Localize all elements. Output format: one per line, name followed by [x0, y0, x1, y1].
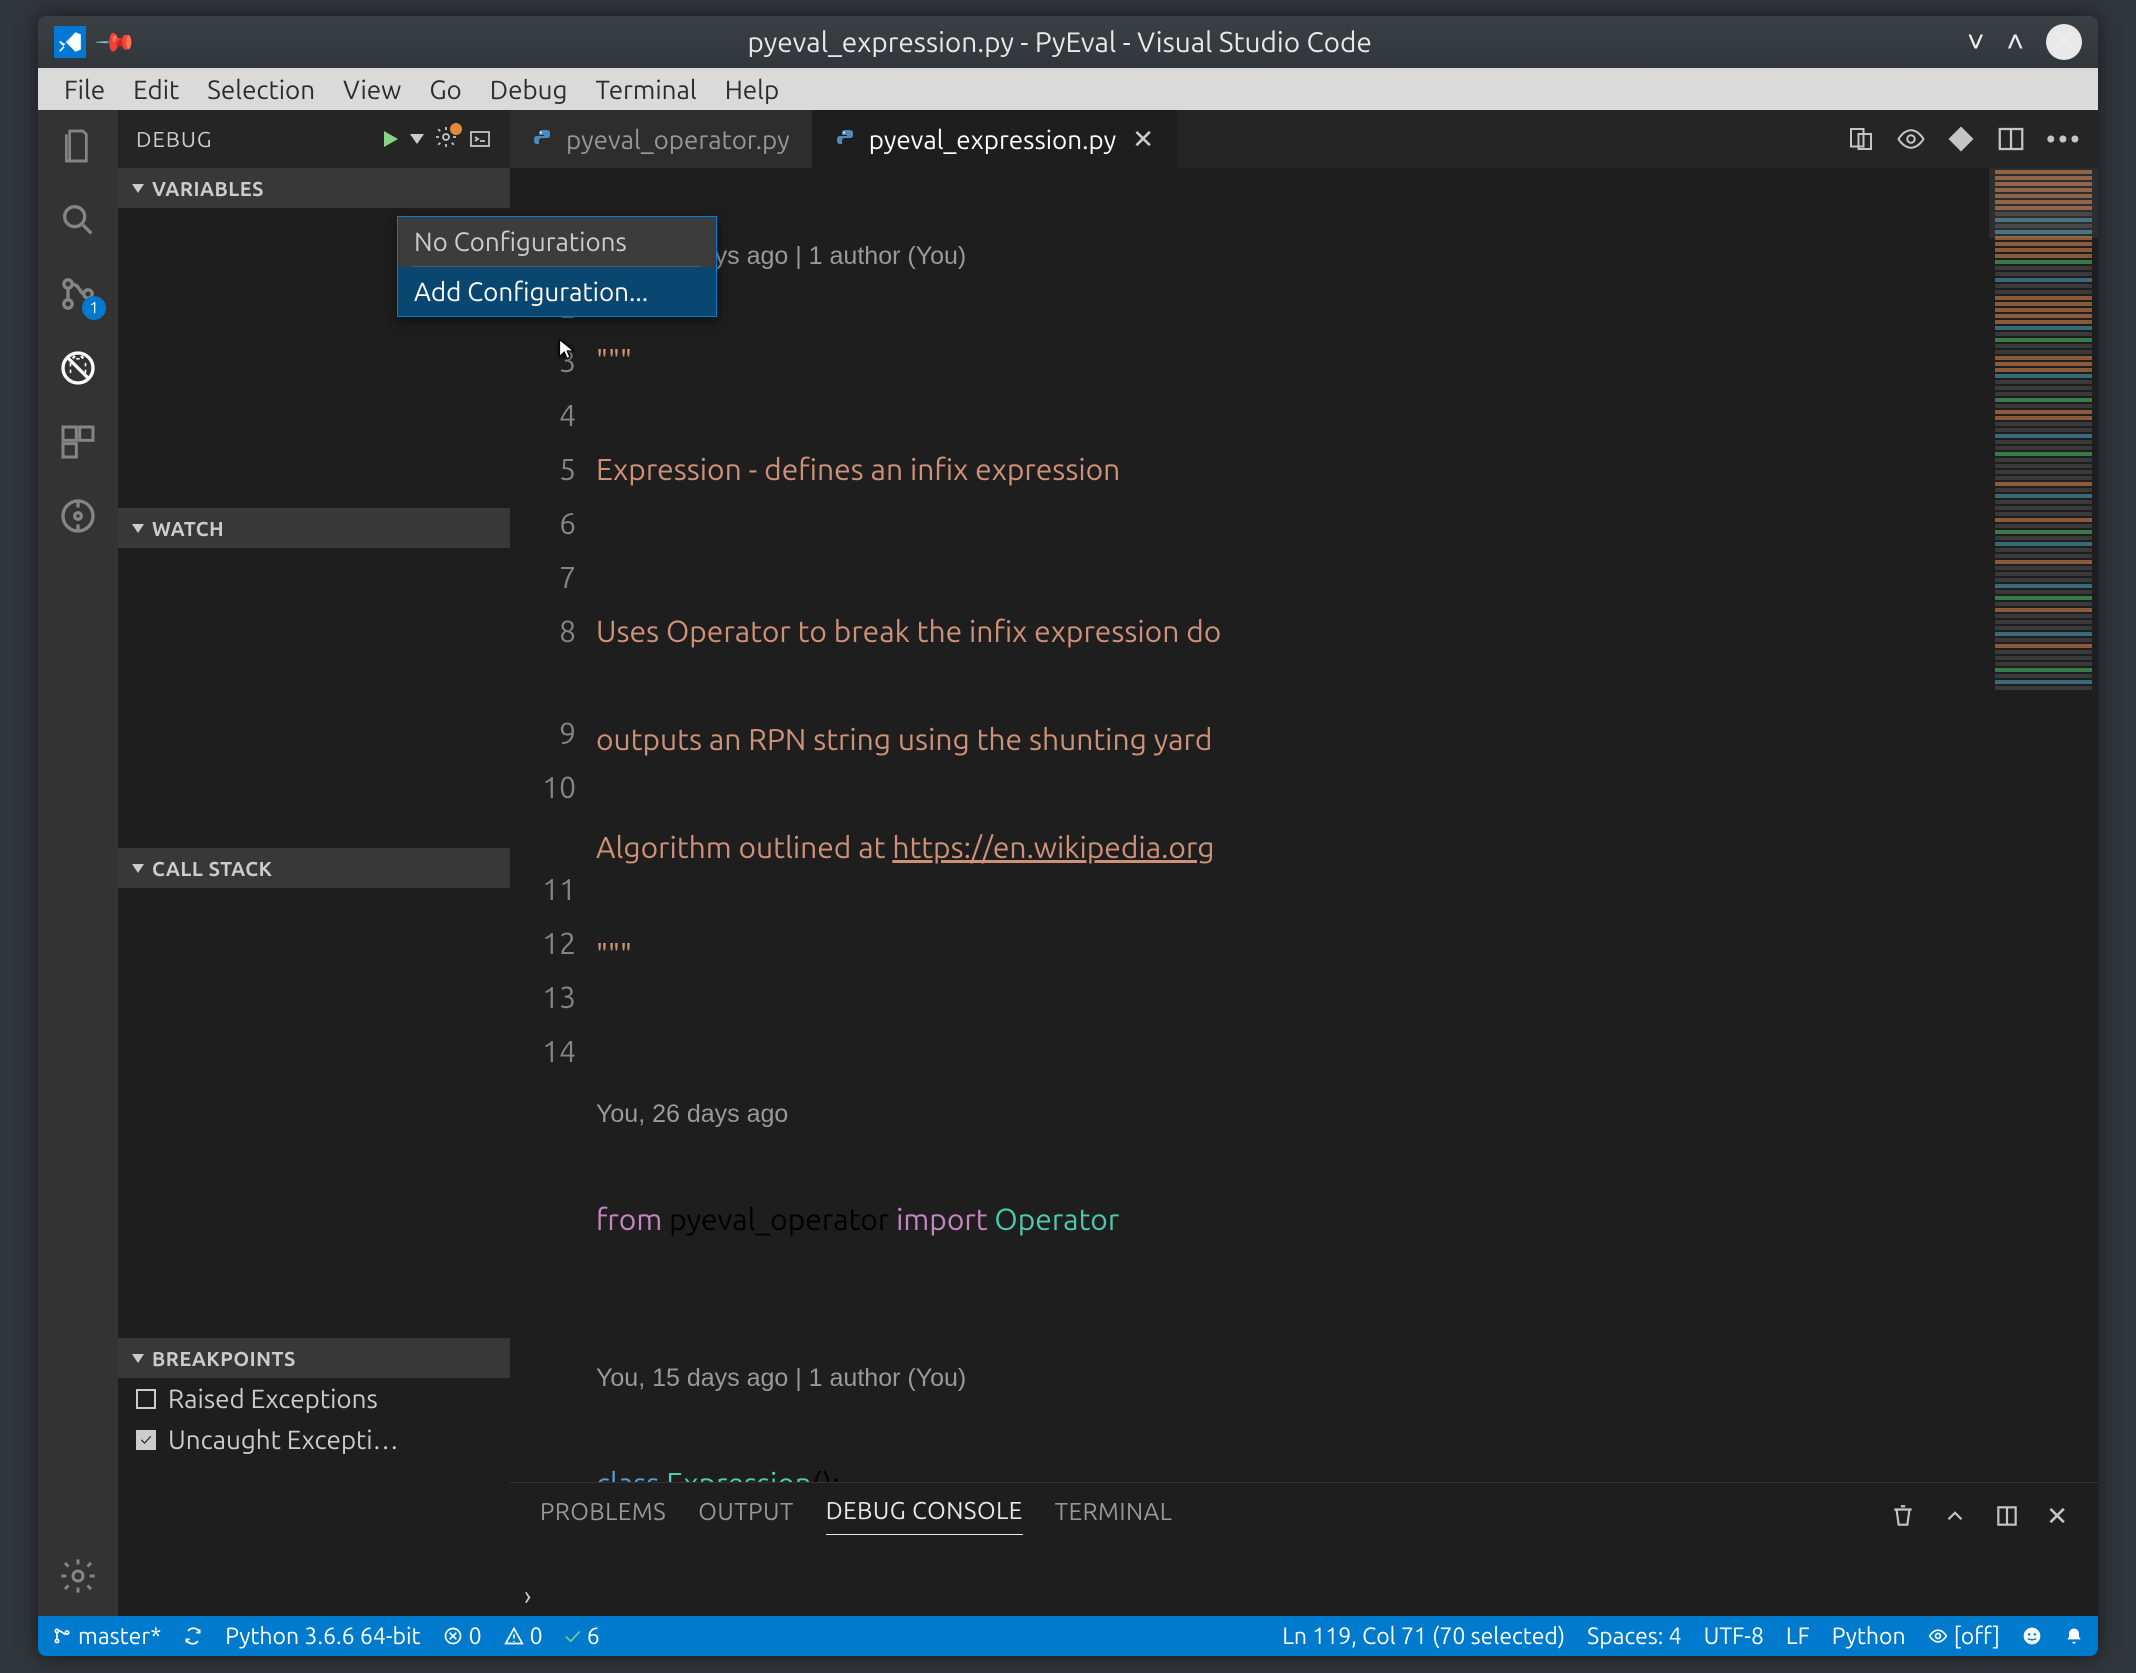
debug-icon[interactable] [56, 346, 100, 390]
close-panel-icon[interactable]: ✕ [2046, 1501, 2068, 1532]
live-share[interactable]: [off] [1928, 1624, 2000, 1649]
debug-label: DEBUG [136, 127, 212, 152]
clear-console-icon[interactable] [1890, 1503, 1916, 1529]
breakpoint-raised[interactable]: Raised Exceptions [118, 1378, 510, 1419]
menu-selection[interactable]: Selection [193, 71, 329, 108]
activity-bar: 1 [38, 110, 118, 1616]
scm-badge: 1 [82, 296, 106, 320]
dd-add-config[interactable]: Add Configuration... [398, 267, 716, 316]
line-gutter: . 1 2 3 4 5 6 7 8 . 9 10 . 11 12 13 14 [510, 168, 596, 1482]
python-file-icon [532, 127, 556, 151]
callstack-header[interactable]: CALL STACK [118, 848, 510, 888]
cursor-position[interactable]: Ln 119, Col 71 (70 selected) [1282, 1624, 1565, 1649]
errors-count[interactable]: 0 [443, 1624, 482, 1649]
breakpoints-header[interactable]: BREAKPOINTS [118, 1338, 510, 1378]
mouse-cursor-icon [556, 338, 578, 364]
tests-passing[interactable]: ✓ 6 [565, 1624, 600, 1649]
sync-icon[interactable] [183, 1626, 203, 1646]
config-dropdown-icon[interactable] [410, 134, 424, 144]
feedback-icon[interactable] [2022, 1626, 2042, 1646]
menu-view[interactable]: View [329, 71, 415, 108]
dd-no-config[interactable]: No Configurations [398, 217, 716, 266]
more-actions-icon[interactable]: ••• [2046, 124, 2082, 155]
maximize-panel-icon[interactable] [1994, 1503, 2020, 1529]
titlebar: 📌 pyeval_expression.py - PyEval - Visual… [38, 16, 2098, 68]
config-dropdown: No Configurations Add Configuration... [397, 216, 717, 317]
menu-debug[interactable]: Debug [476, 71, 582, 108]
panel-output[interactable]: OUTPUT [698, 1498, 793, 1535]
eol[interactable]: LF [1786, 1624, 1810, 1649]
vscode-icon [54, 26, 86, 58]
indent-spaces[interactable]: Spaces: 4 [1587, 1624, 1682, 1649]
menu-file[interactable]: File [50, 71, 119, 108]
close-icon[interactable]: ✕ [2046, 24, 2082, 60]
split-editor-icon[interactable] [1996, 124, 2026, 154]
find-references-icon[interactable] [1846, 124, 1876, 154]
codelens[interactable]: You, 15 days ago | 1 author (You) [596, 232, 1988, 280]
explorer-icon[interactable] [56, 124, 100, 168]
menu-terminal[interactable]: Terminal [581, 71, 710, 108]
status-bar: master* Python 3.6.6 64-bit 0 0 ✓ 6 Ln 1… [38, 1616, 2098, 1656]
encoding[interactable]: UTF-8 [1704, 1624, 1764, 1649]
window-title: pyeval_expression.py - PyEval - Visual S… [152, 27, 1967, 58]
debug-sidebar: DEBUG VARIABLES WATCH CALL STACK BREAKPO… [118, 110, 510, 1616]
panel-terminal[interactable]: TERMINAL [1055, 1498, 1173, 1535]
code-editor[interactable]: . 1 2 3 4 5 6 7 8 . 9 10 . 11 12 13 14 [510, 168, 2098, 1482]
scm-icon[interactable]: 1 [56, 272, 100, 316]
editor-group: pyeval_operator.py pyeval_expression.py … [510, 110, 2098, 1616]
menu-edit[interactable]: Edit [119, 71, 193, 108]
watch-header[interactable]: WATCH [118, 508, 510, 548]
python-file-icon [835, 127, 859, 151]
minimap[interactable] [1988, 168, 2098, 1482]
tab-operator[interactable]: pyeval_operator.py [510, 110, 813, 168]
breakpoint-uncaught[interactable]: ✓Uncaught Excepti… [118, 1419, 510, 1460]
settings-gear-icon[interactable] [56, 1554, 100, 1598]
menubar: File Edit Selection View Go Debug Termin… [38, 68, 2098, 110]
editor-tabs: pyeval_operator.py pyeval_expression.py … [510, 110, 2098, 168]
codelens[interactable]: You, 26 days ago [596, 1090, 1988, 1138]
warnings-count[interactable]: 0 [504, 1624, 543, 1649]
gitlens-icon[interactable] [56, 494, 100, 538]
language-mode[interactable]: Python [1832, 1624, 1906, 1649]
menu-help[interactable]: Help [711, 71, 794, 108]
debug-console-icon[interactable] [468, 127, 492, 151]
breadcrumb[interactable]: › [510, 1574, 2098, 1616]
debug-settings-icon[interactable] [434, 125, 458, 154]
menu-go[interactable]: Go [415, 71, 475, 108]
gitlens-toggle-icon[interactable] [1896, 124, 1926, 154]
bottom-panel: PROBLEMS OUTPUT DEBUG CONSOLE TERMINAL ✕ [510, 1482, 2098, 1574]
git-branch[interactable]: master* [52, 1624, 161, 1649]
maximize-icon[interactable]: ˄ [2006, 24, 2024, 60]
collapse-panel-icon[interactable] [1942, 1503, 1968, 1529]
search-icon[interactable] [56, 198, 100, 242]
notifications-icon[interactable] [2064, 1626, 2084, 1646]
panel-problems[interactable]: PROBLEMS [540, 1498, 666, 1535]
variables-header[interactable]: VARIABLES [118, 168, 510, 208]
codelens[interactable]: You, 15 days ago | 1 author (You) [596, 1354, 1988, 1402]
diff-icon[interactable] [1946, 124, 1976, 154]
pin-icon[interactable]: 📌 [94, 20, 139, 65]
tab-expression[interactable]: pyeval_expression.py ✕ [813, 110, 1177, 168]
extensions-icon[interactable] [56, 420, 100, 464]
minimize-icon[interactable]: ˅ [1967, 24, 1985, 60]
python-interpreter[interactable]: Python 3.6.6 64-bit [225, 1624, 420, 1649]
close-tab-icon[interactable]: ✕ [1132, 124, 1154, 155]
panel-debug-console[interactable]: DEBUG CONSOLE [826, 1497, 1023, 1535]
start-debug-icon[interactable] [378, 127, 402, 151]
